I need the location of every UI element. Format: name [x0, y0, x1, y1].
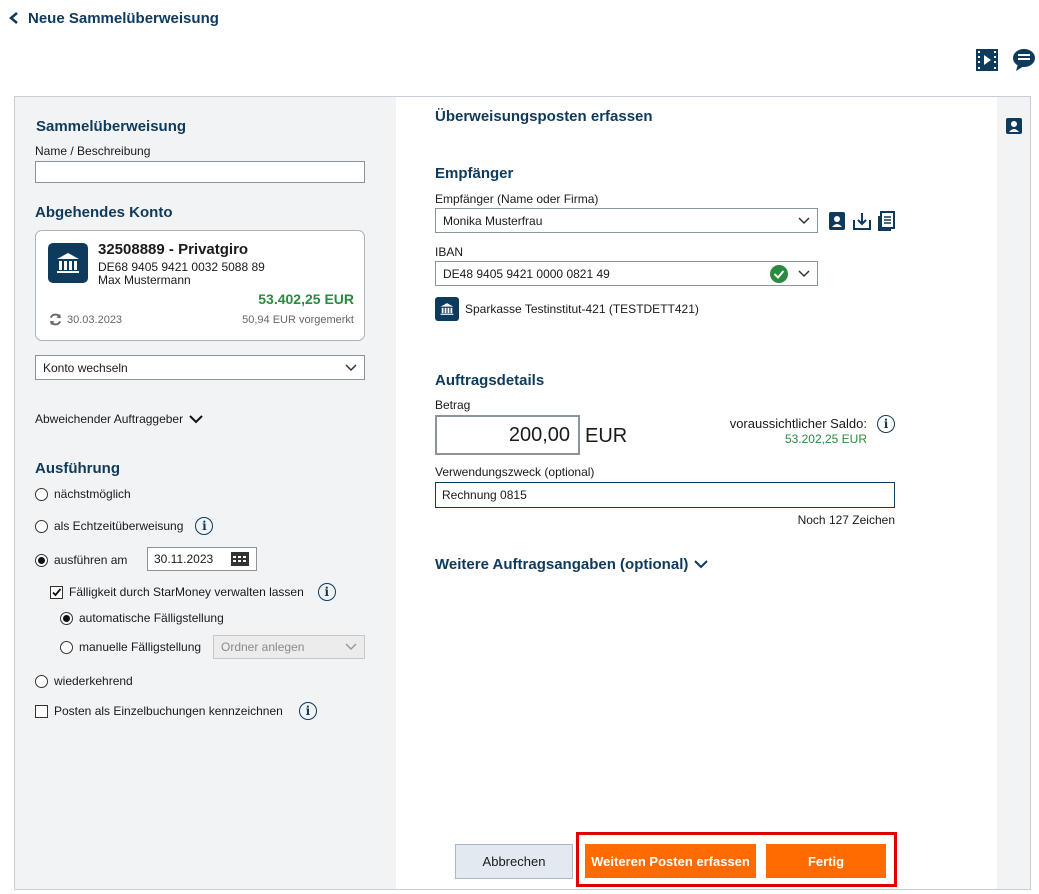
different-sender-label: Abweichender Auftraggeber — [35, 412, 184, 426]
remaining-chars: Noch 127 Zeichen — [797, 513, 895, 527]
execution-date-value: 30.11.2023 — [154, 552, 214, 566]
account-iban: DE68 9405 9421 0032 5088 89 — [98, 260, 265, 274]
switch-account-select[interactable]: Konto wechseln — [35, 355, 365, 380]
chevron-down-icon — [345, 643, 357, 651]
bank-icon — [48, 243, 88, 283]
iban-input[interactable]: DE48 9405 9421 0000 0821 49 — [435, 261, 818, 286]
option-realtime[interactable]: als Echtzeitüberweisung i — [35, 517, 214, 535]
more-details-label: Weitere Auftragsangaben (optional) — [435, 556, 689, 573]
refresh-icon[interactable] — [48, 312, 63, 327]
iban-label: IBAN — [435, 245, 464, 259]
chevron-down-icon — [189, 414, 203, 423]
amount-label: Betrag — [435, 398, 471, 412]
chevron-down-icon — [798, 269, 810, 277]
option-recurring[interactable]: wiederkehrend — [35, 674, 133, 688]
radio-execute-on[interactable] — [35, 553, 48, 567]
folder-select[interactable]: Ordner anlegen — [213, 635, 365, 659]
option-due-manage-label: Fälligkeit durch StarMoney verwalten las… — [69, 585, 304, 599]
option-single-bookings-label: Posten als Einzelbuchungen kennzeichnen — [54, 704, 283, 718]
info-icon[interactable]: i — [195, 517, 214, 535]
account-number-name: 32508889 - Privatgiro — [98, 241, 249, 258]
chat-icon[interactable] — [1012, 48, 1036, 72]
right-title: Überweisungsposten erfassen — [435, 108, 653, 125]
forecast-value: 53.202,25 EUR — [784, 432, 867, 446]
account-reserved: 50,94 EUR vorgemerkt — [242, 314, 354, 326]
page-title: Neue Sammelüberweisung — [28, 9, 219, 27]
more-details-toggle[interactable]: Weitere Auftragsangaben (optional) — [435, 556, 709, 573]
bank-icon — [435, 297, 459, 321]
info-icon[interactable]: i — [298, 702, 317, 720]
option-single-bookings[interactable]: Posten als Einzelbuchungen kennzeichnen … — [35, 702, 317, 720]
folder-select-placeholder: Ordner anlegen — [221, 640, 305, 654]
back-link[interactable]: Neue Sammelüberweisung — [8, 8, 219, 28]
bank-info: Sparkasse Testinstitut-421 (TESTDETT421) — [435, 297, 699, 321]
option-execute-on-label: ausführen am — [54, 553, 128, 567]
right-strip — [997, 97, 1030, 889]
option-auto-due-label: automatische Fälligstellung — [79, 611, 224, 625]
chevron-down-icon — [345, 363, 357, 371]
option-execute-on[interactable]: ausführen am — [35, 553, 127, 567]
chevron-left-icon — [9, 12, 18, 24]
import-icon[interactable] — [852, 211, 872, 231]
amount-currency: EUR — [585, 425, 628, 447]
account-balance: 53.402,25 EUR — [258, 291, 354, 307]
option-manual-due-label: manuelle Fälligstellung — [79, 640, 202, 654]
name-input[interactable] — [35, 161, 365, 183]
forecast-label: voraussichtlicher Saldo: — [729, 416, 867, 431]
option-recurring-label: wiederkehrend — [54, 674, 133, 688]
checkbox-single-bookings[interactable] — [35, 704, 48, 718]
cancel-button[interactable]: Abbrechen — [455, 844, 573, 879]
bank-name: Sparkasse Testinstitut-421 (TESTDETT421) — [465, 302, 699, 316]
option-due-manage[interactable]: Fälligkeit durch StarMoney verwalten las… — [50, 583, 336, 601]
name-label: Name / Beschreibung — [35, 144, 151, 158]
switch-account-label: Konto wechseln — [43, 360, 128, 375]
video-icon[interactable] — [975, 48, 999, 72]
recipient-label: Empfänger (Name oder Firma) — [435, 192, 599, 206]
account-card[interactable]: 32508889 - Privatgiro DE68 9405 9421 003… — [35, 230, 365, 341]
chevron-down-icon — [798, 216, 810, 224]
checkbox-due-manage[interactable] — [50, 585, 63, 599]
amount-input[interactable]: 200,00 — [435, 415, 580, 455]
chevron-down-icon — [694, 560, 709, 569]
option-auto-due[interactable]: automatische Fälligstellung — [60, 611, 224, 625]
purpose-input[interactable]: Rechnung 0815 — [435, 482, 895, 508]
purpose-label: Verwendungszweck (optional) — [435, 465, 595, 479]
address-book-icon[interactable] — [827, 211, 847, 231]
order-details-title: Auftragsdetails — [435, 372, 545, 389]
iban-value: DE48 9405 9421 0000 0821 49 — [443, 266, 610, 281]
recipient-value: Monika Musterfrau — [443, 213, 543, 228]
check-circle-icon — [770, 264, 788, 283]
option-asap-label: nächstmöglich — [54, 487, 131, 501]
section-title-collective: Sammelüberweisung — [36, 118, 187, 135]
add-more-items-button[interactable]: Weiteren Posten erfassen — [585, 844, 756, 878]
option-asap[interactable]: nächstmöglich — [35, 487, 131, 501]
contact-book-icon[interactable] — [1005, 117, 1023, 135]
template-icon[interactable] — [877, 211, 897, 231]
execution-date-input[interactable]: 30.11.2023 — [147, 547, 257, 571]
radio-asap[interactable] — [35, 487, 48, 501]
calendar-icon[interactable] — [230, 551, 250, 567]
account-title: Abgehendes Konto — [35, 204, 173, 221]
option-realtime-label: als Echtzeitüberweisung — [54, 519, 184, 533]
done-button[interactable]: Fertig — [766, 844, 886, 878]
radio-realtime[interactable] — [35, 519, 48, 533]
account-date: 30.03.2023 — [67, 313, 123, 326]
recipient-select[interactable]: Monika Musterfrau — [435, 208, 818, 233]
recipient-title: Empfänger — [435, 165, 514, 182]
option-manual-due[interactable]: manuelle Fälligstellung — [60, 640, 201, 654]
execution-title: Ausführung — [35, 460, 120, 477]
radio-auto-due[interactable] — [60, 611, 73, 625]
radio-manual-due[interactable] — [60, 640, 73, 654]
different-sender-toggle[interactable]: Abweichender Auftraggeber — [35, 412, 203, 426]
account-owner: Max Mustermann — [98, 273, 191, 287]
info-icon[interactable]: i — [877, 415, 895, 433]
info-icon[interactable]: i — [317, 583, 336, 601]
radio-recurring[interactable] — [35, 674, 48, 688]
